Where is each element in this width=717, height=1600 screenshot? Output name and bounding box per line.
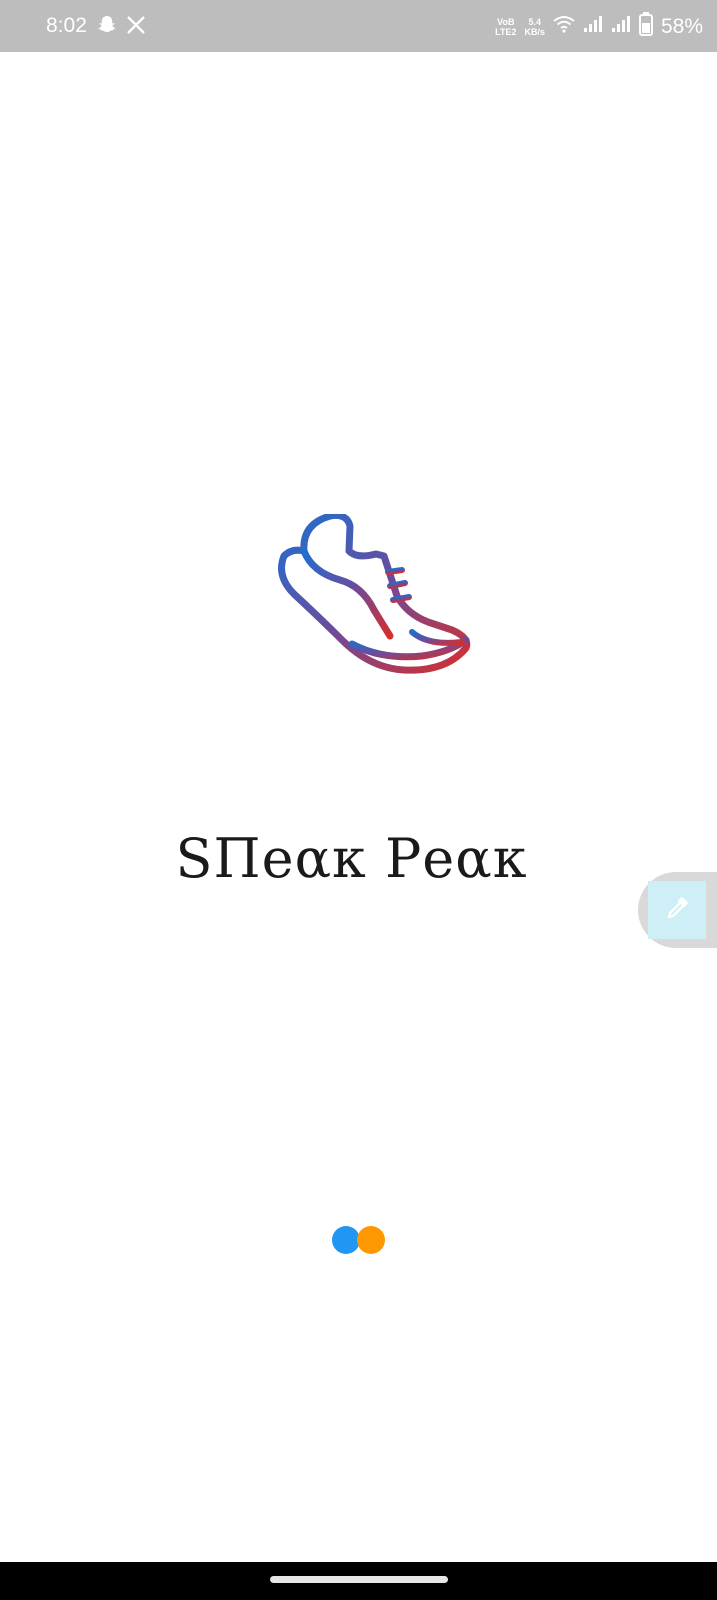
- data-speed: 5.4 KB/s: [524, 16, 545, 37]
- notification-icons: [96, 14, 146, 41]
- battery-icon: [638, 12, 653, 41]
- signal-icon: [583, 15, 603, 38]
- home-indicator[interactable]: [270, 1576, 448, 1583]
- network-type: VoB LTE2: [495, 16, 517, 37]
- loading-dot-blue: [332, 1226, 360, 1254]
- loading-dot-orange: [357, 1226, 385, 1254]
- battery-percent: 58%: [660, 14, 703, 38]
- status-time: 8:02: [46, 14, 87, 37]
- floating-tool-button[interactable]: [638, 872, 717, 948]
- snapchat-icon: [96, 14, 118, 41]
- status-bar: 8:02 VoB LTE2 5.4 KB/s 58%: [0, 0, 717, 52]
- x-icon: [126, 15, 146, 40]
- loading-indicator: [332, 1226, 388, 1256]
- status-indicators: VoB LTE2 5.4 KB/s 58%: [495, 12, 703, 41]
- running-shoe-icon: [232, 512, 482, 694]
- eyedropper-icon: [664, 895, 690, 926]
- wifi-icon: [553, 15, 575, 38]
- eyedropper-button[interactable]: [648, 881, 706, 939]
- signal-icon: [611, 15, 631, 38]
- navigation-bar: [0, 1562, 717, 1600]
- app-name: SΠeακ Pеακ: [175, 827, 528, 890]
